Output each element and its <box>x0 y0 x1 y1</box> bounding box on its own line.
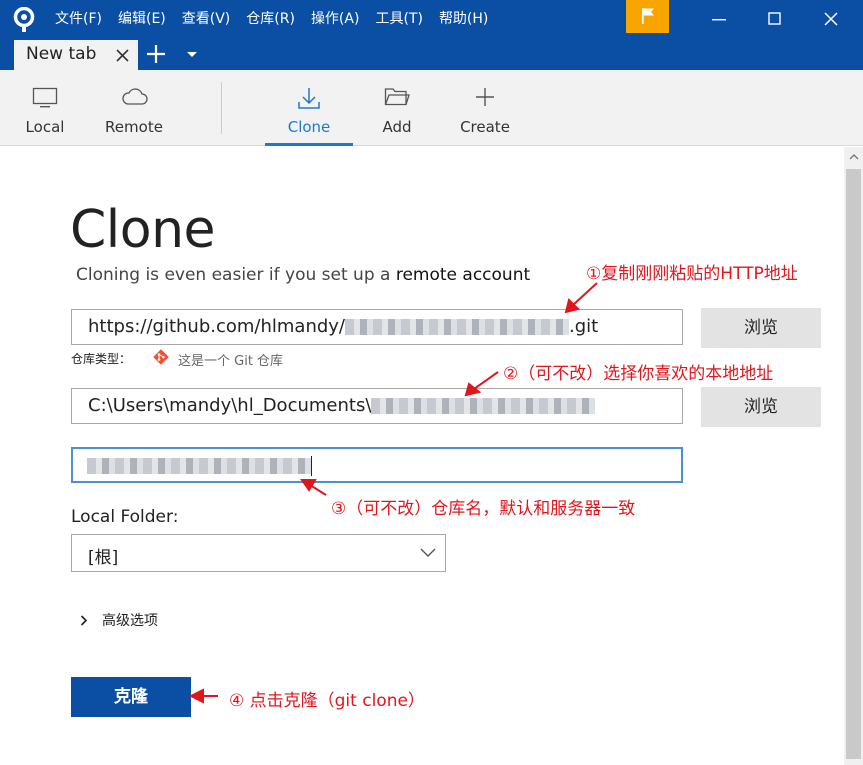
annotation-4: ④ 点击克隆（git clone） <box>229 691 425 711</box>
folder-icon <box>384 88 410 106</box>
redacted-text <box>371 398 596 414</box>
toolbar-create[interactable]: Create <box>455 70 515 146</box>
destination-path-input[interactable]: C:\Users\mandy\hl_Documents\ <box>71 388 683 424</box>
sourcetree-logo-icon <box>13 7 35 32</box>
arrow-2 <box>473 371 499 390</box>
repository-name-input[interactable] <box>71 447 683 483</box>
subtitle-text: Cloning is even easier if you set up a <box>76 265 396 285</box>
redacted-text <box>345 319 570 335</box>
advanced-options-label: 高级选项 <box>102 613 158 629</box>
source-url-input[interactable]: https://github.com/hlmandy/ .git <box>71 309 683 345</box>
destination-path-prefix: C:\Users\mandy\hl_Documents\ <box>88 395 372 416</box>
tab-close-icon[interactable] <box>116 49 129 62</box>
annotation-1: ①复制刚刚粘贴的HTTP地址 <box>586 264 798 284</box>
monitor-icon <box>32 87 58 108</box>
menu-help[interactable]: 帮助(H) <box>431 0 496 38</box>
redacted-text <box>87 458 311 474</box>
add-tab-icon[interactable] <box>146 44 166 64</box>
maximize-button[interactable] <box>753 0 799 38</box>
title-bar: 文件(F) 编辑(E) 查看(V) 仓库(R) 操作(A) 工具(T) 帮助(H… <box>0 0 863 38</box>
tab-new-tab[interactable]: New tab <box>14 40 138 70</box>
toolbar-add-label: Add <box>382 118 412 136</box>
toolbar-local[interactable]: Local <box>14 70 76 146</box>
toolbar-add[interactable]: Add <box>372 70 422 146</box>
destination-path-value: C:\Users\mandy\hl_Documents\ <box>88 395 596 416</box>
tab-strip: New tab <box>0 38 863 70</box>
scroll-thumb[interactable] <box>846 169 861 759</box>
local-folder-value: [根] <box>88 548 119 568</box>
repository-name-value <box>87 455 312 476</box>
flag-icon <box>642 8 654 24</box>
minimize-icon <box>712 19 726 21</box>
toolbar-local-label: Local <box>25 118 65 136</box>
download-icon <box>298 88 320 109</box>
browse-destination-button[interactable]: 浏览 <box>701 387 821 427</box>
toolbar-separator <box>221 82 222 134</box>
toolbar-create-label: Create <box>460 118 510 136</box>
scroll-up-icon[interactable] <box>849 153 859 160</box>
text-cursor <box>311 456 312 476</box>
arrow-3 <box>309 484 327 496</box>
menu-repository[interactable]: 仓库(R) <box>238 0 303 38</box>
arrow-1 <box>572 282 598 306</box>
local-folder-label: Local Folder: <box>71 507 179 527</box>
arrow-4-head <box>188 688 204 704</box>
repo-type-label: 仓库类型： <box>71 352 132 366</box>
annotation-2: ②（可不改）选择你喜欢的本地地址 <box>503 364 774 384</box>
notifications-button[interactable] <box>626 0 669 33</box>
vertical-scrollbar[interactable] <box>844 147 863 765</box>
source-url-value: https://github.com/hlmandy/ .git <box>88 316 598 337</box>
toolbar-clone[interactable]: Clone <box>265 70 353 146</box>
source-url-suffix: .git <box>569 316 599 337</box>
menu-edit[interactable]: 编辑(E) <box>110 0 174 38</box>
close-window-button[interactable] <box>809 0 855 38</box>
local-folder-select[interactable]: [根] <box>71 534 446 572</box>
menu-tools[interactable]: 工具(T) <box>367 0 430 38</box>
clone-button[interactable]: 克隆 <box>71 677 191 717</box>
page-subtitle: Cloning is even easier if you set up a r… <box>76 265 530 285</box>
menu-bar: 文件(F) 编辑(E) 查看(V) 仓库(R) 操作(A) 工具(T) 帮助(H… <box>47 0 496 38</box>
git-icon <box>153 349 169 365</box>
plus-icon <box>476 88 494 106</box>
maximize-icon <box>768 12 781 25</box>
page-title: Clone <box>70 200 216 260</box>
chevron-down-icon <box>420 548 436 557</box>
remote-account-link[interactable]: remote account <box>396 265 530 285</box>
toolbar-clone-label: Clone <box>287 118 331 136</box>
repo-type-value: 这是一个 Git 仓库 <box>178 354 284 369</box>
tab-label: New tab <box>26 44 97 64</box>
close-icon <box>824 12 838 26</box>
minimize-button[interactable] <box>697 0 743 38</box>
toolbar: Local Remote Clone Add Create <box>0 70 863 146</box>
cloud-icon <box>122 88 148 105</box>
toolbar-remote-label: Remote <box>105 118 163 136</box>
chevron-right-icon <box>80 615 88 626</box>
annotation-3: ③（可不改）仓库名，默认和服务器一致 <box>331 499 636 519</box>
menu-actions[interactable]: 操作(A) <box>303 0 368 38</box>
browse-source-button[interactable]: 浏览 <box>701 308 821 348</box>
menu-view[interactable]: 查看(V) <box>174 0 239 38</box>
toolbar-remote[interactable]: Remote <box>98 70 170 146</box>
tab-dropdown-icon[interactable] <box>186 51 198 59</box>
source-url-prefix: https://github.com/hlmandy/ <box>88 316 346 337</box>
menu-file[interactable]: 文件(F) <box>47 0 110 38</box>
